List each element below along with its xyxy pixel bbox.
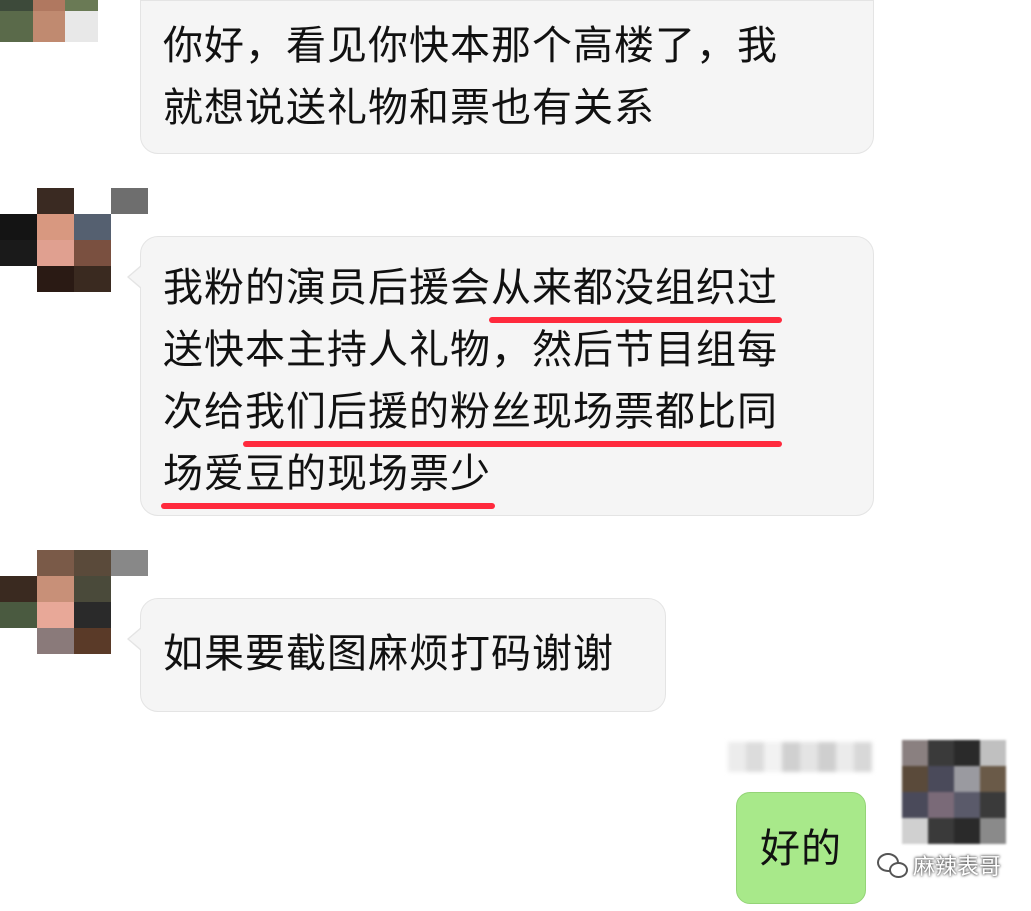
message-line: 就想说送礼物和票也有关系 <box>163 85 655 131</box>
message-line: 如果要截图麻烦打码谢谢 <box>163 631 614 677</box>
message-text: 次给 <box>163 389 245 435</box>
message-bubble: 如果要截图麻烦打码谢谢 <box>127 598 666 712</box>
chat-screen: 你好，看见你快本那个高楼了，我 就想说送礼物和票也有关系 我粉的演员后援会从来都… <box>0 0 1031 911</box>
message-line: 场爱豆的现场票少 <box>161 443 873 509</box>
sender-name-redacted <box>728 742 872 772</box>
contact-avatar[interactable] <box>0 188 148 292</box>
message-bubble: 我粉的演员后援会从来都没组织过 送快本主持人礼物，然后节目组每 次给我们后援的粉… <box>127 236 874 516</box>
contact-avatar[interactable] <box>0 0 130 42</box>
contact-avatar[interactable] <box>0 550 148 654</box>
my-avatar[interactable] <box>902 740 1006 844</box>
highlighted-text: 场爱豆的现场票少 <box>161 443 495 509</box>
highlighted-text: 我们后援的粉丝现场票都比同 <box>243 381 782 447</box>
watermark-text: 麻辣表哥 <box>912 855 1001 880</box>
message-line: 你好，看见你快本那个高楼了，我 <box>163 23 778 69</box>
message-line: 次给我们后援的粉丝现场票都比同 <box>163 381 873 447</box>
watermark: 麻辣表哥 <box>876 849 1001 881</box>
message-line: 送快本主持人礼物，然后节目组每 <box>163 327 778 373</box>
highlighted-text: 从来都没组织过 <box>489 257 782 323</box>
message-text: 我粉的演员后援会 <box>163 265 491 311</box>
reply-text: 好的 <box>760 826 842 872</box>
message-line: 我粉的演员后援会从来都没组织过 <box>163 257 873 323</box>
message-bubble: 你好，看见你快本那个高楼了，我 就想说送礼物和票也有关系 <box>140 0 874 154</box>
wechat-icon <box>876 853 908 878</box>
reply-bubble: 好的 <box>736 792 866 904</box>
